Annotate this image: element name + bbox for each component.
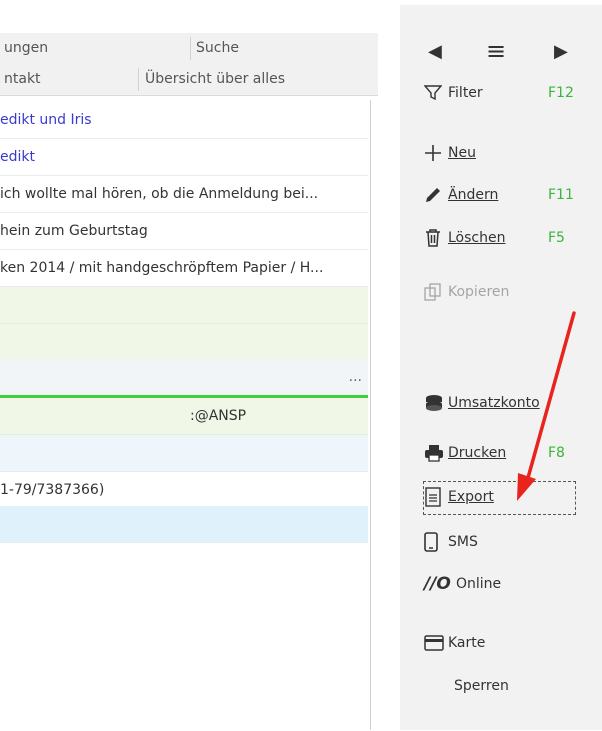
list-item[interactable]: ken 2014 / mit handgeschröpftem Papier /… bbox=[0, 250, 368, 287]
tab-ungen[interactable]: ungen bbox=[4, 33, 48, 64]
list-item[interactable] bbox=[0, 287, 368, 324]
list-item[interactable]: edikt und Iris bbox=[0, 102, 368, 139]
edit-label: Ändern bbox=[448, 187, 499, 203]
trash-icon bbox=[424, 223, 448, 253]
list-item[interactable] bbox=[0, 435, 368, 472]
card-label: Karte bbox=[448, 635, 486, 651]
edit-button[interactable]: Ändern bbox=[424, 180, 498, 210]
card-icon bbox=[424, 628, 448, 658]
more-indicator: ... bbox=[348, 369, 362, 385]
list-item[interactable]: ... bbox=[0, 359, 368, 396]
annotation-arrow-icon bbox=[517, 311, 576, 501]
print-label: Drucken bbox=[448, 445, 507, 461]
export-button[interactable]: Export bbox=[424, 482, 494, 512]
online-icon: //O bbox=[424, 574, 451, 594]
filter-button[interactable]: Filter bbox=[423, 78, 483, 108]
tab-suche[interactable]: Suche bbox=[196, 33, 239, 64]
next-arrow-icon[interactable]: ▶ bbox=[554, 41, 568, 62]
delete-label: Löschen bbox=[448, 230, 506, 246]
delete-button[interactable]: Löschen bbox=[424, 223, 505, 253]
tab-divider bbox=[190, 37, 191, 60]
edit-shortcut: F11 bbox=[548, 187, 574, 203]
new-button[interactable]: Neu bbox=[424, 138, 476, 168]
tab-row-1: ungen Suche bbox=[0, 33, 378, 65]
filter-shortcut: F12 bbox=[548, 85, 574, 101]
tab-row-2: ntakt Übersicht über alles bbox=[0, 64, 378, 96]
sms-button[interactable]: SMS bbox=[424, 527, 478, 557]
list-item[interactable]: 1-79/7387366) bbox=[0, 472, 368, 509]
record-list: edikt und Iris edikt ich wollte mal höre… bbox=[0, 100, 371, 730]
sms-label: SMS bbox=[448, 534, 478, 550]
filter-label: Filter bbox=[448, 85, 483, 101]
list-item[interactable]: ich wollte mal hören, ob die Anmeldung b… bbox=[0, 176, 368, 213]
phone-icon bbox=[424, 527, 448, 557]
tab-kontakt[interactable]: ntakt bbox=[4, 64, 41, 95]
list-item-text: :@ANSP bbox=[190, 408, 247, 424]
new-label: Neu bbox=[448, 145, 476, 161]
block-label: Sperren bbox=[454, 678, 509, 694]
list-item[interactable] bbox=[0, 324, 368, 361]
list-item[interactable]: hein zum Geburtstag bbox=[0, 213, 368, 250]
action-sidebar: ◀ ≡ ▶ Filter F12 Neu Ändern F11 Löschen … bbox=[400, 5, 602, 730]
prev-arrow-icon[interactable]: ◀ bbox=[428, 41, 442, 62]
plus-icon bbox=[424, 138, 448, 168]
pencil-icon bbox=[424, 180, 448, 210]
left-panel: ungen Suche ntakt Übersicht über alles e… bbox=[0, 0, 380, 731]
nav-row: ◀ ≡ ▶ bbox=[428, 37, 578, 67]
list-item[interactable]: edikt bbox=[0, 139, 368, 176]
card-button[interactable]: Karte bbox=[424, 628, 485, 658]
online-button[interactable]: //O Online bbox=[424, 569, 501, 599]
menu-icon[interactable]: ≡ bbox=[486, 37, 506, 65]
tab-uebersicht[interactable]: Übersicht über alles bbox=[145, 64, 285, 95]
copy-label: Kopieren bbox=[448, 284, 510, 300]
printer-icon bbox=[424, 438, 448, 468]
export-label: Export bbox=[448, 489, 494, 505]
tab-divider bbox=[138, 68, 139, 91]
coins-icon bbox=[424, 388, 448, 418]
filter-icon bbox=[423, 78, 448, 108]
list-item[interactable] bbox=[0, 506, 368, 543]
document-icon bbox=[424, 482, 448, 512]
delete-shortcut: F5 bbox=[548, 230, 565, 246]
online-label: Online bbox=[456, 576, 502, 592]
block-button[interactable]: Sperren bbox=[454, 671, 509, 701]
copy-icon bbox=[424, 277, 448, 307]
copy-button[interactable]: Kopieren bbox=[424, 277, 509, 307]
list-item[interactable]: :@ANSP bbox=[0, 398, 368, 435]
print-button[interactable]: Drucken bbox=[424, 438, 506, 468]
